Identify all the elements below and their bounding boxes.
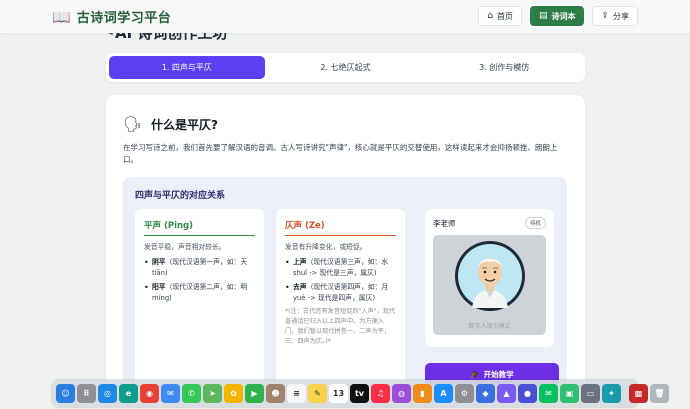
teacher-header: 李老师 待机: [433, 217, 546, 229]
avatar-caption: 数字人演示模式: [468, 323, 511, 330]
ping-text-1: （现代汉语第一声，如：天 tiān): [152, 258, 248, 277]
finder-icon[interactable]: ☺: [56, 384, 75, 403]
list-item: 去声（现代汉语第四声，如：月 yuè -> 现代是四声，属仄): [285, 282, 396, 304]
app-gray-icon[interactable]: ▭: [581, 384, 600, 403]
ze-desc: 发音有升降变化，或短促。: [285, 243, 367, 251]
share-icon: ⇪: [601, 11, 609, 21]
nav-share-label: 分享: [613, 11, 629, 21]
status-badge: 待机: [524, 217, 546, 229]
book-icon: ▤: [538, 11, 548, 21]
chrome-icon[interactable]: ◉: [140, 384, 159, 403]
ze-tone-card: 仄声 (Ze) 发音有升降变化，或短促。 上声（现代汉语第三声，如：水 shuǐ…: [276, 209, 405, 395]
messages-icon[interactable]: ✆: [182, 384, 201, 403]
intro-paragraph: 在学习写诗之前，我们首先要了解汉语的音调。古人写诗讲究"声律"，核心就是平仄的交…: [123, 143, 558, 164]
list-item: 阳平（现代汉语第二声，如：明 míng): [144, 282, 255, 304]
photos-icon[interactable]: ✿: [224, 384, 243, 403]
ze-term-1: 上声: [293, 258, 307, 266]
top-header: 📖 古诗词学习平台 ⌂ 首页 ▤ 诗词本 ⇪ 分享: [0, 0, 690, 33]
speaking-head-icon: 🗣: [123, 115, 143, 133]
edge-icon[interactable]: e: [119, 384, 138, 403]
settings-icon[interactable]: ⚙: [455, 384, 474, 403]
section-heading: 🗣 什么是平仄?: [123, 115, 218, 133]
trash-icon[interactable]: 🗑: [650, 384, 669, 403]
top-nav: ⌂ 首页 ▤ 诗词本 ⇪ 分享: [478, 6, 638, 26]
ze-note: *(注：古代还有发音短促的"入声"，现代普通话已归入以上四声中。为方便入门，我们…: [285, 308, 396, 345]
ze-text-2: （现代汉语第四声，如：月 yuè -> 现代是四声，属仄): [293, 283, 389, 302]
books-icon[interactable]: ▮: [413, 384, 432, 403]
graduation-cap-icon: 🎓: [470, 369, 480, 379]
app-green-icon[interactable]: ▣: [560, 384, 579, 403]
avatar: [455, 241, 525, 311]
ping-term-2: 阳平: [152, 283, 166, 291]
wechat-icon[interactable]: ✉: [539, 384, 558, 403]
nav-poetry-book-button[interactable]: ▤ 诗词本: [529, 6, 585, 26]
panel-title: 四声与平仄的对应关系: [135, 191, 226, 201]
section-title: 什么是平仄?: [151, 117, 219, 132]
notes-icon[interactable]: ✎: [308, 384, 327, 403]
app-teal-icon[interactable]: ✦: [602, 384, 621, 403]
tab-step-3[interactable]: 3. 创作与模仿: [426, 56, 582, 79]
teacher-name: 李老师: [433, 218, 456, 228]
home-icon: ⌂: [487, 11, 493, 21]
avatar-stage: 数字人演示模式: [433, 235, 546, 335]
brand-title: 古诗词学习平台: [76, 11, 172, 26]
ping-title: 平声 (Ping): [144, 219, 255, 236]
contacts-icon[interactable]: ☻: [266, 384, 285, 403]
mail-icon[interactable]: ✉: [161, 384, 180, 403]
podcasts-icon[interactable]: ◍: [392, 384, 411, 403]
ze-text-1: （现代汉语第三声，如：水 shuǐ -> 现代是三声，属仄): [293, 258, 389, 277]
safari-icon[interactable]: ◎: [98, 384, 117, 403]
ping-tone-card: 平声 (Ping) 发音平稳，声音相对较长。 阴平（现代汉语第一声，如：天 ti…: [135, 209, 264, 395]
ping-desc: 发音平稳，声音相对较长。: [144, 243, 226, 251]
tone-relation-panel: 四声与平仄的对应关系 平声 (Ping) 发音平稳，声音相对较长。 阴平（现代汉…: [123, 177, 567, 395]
tv-icon[interactable]: tv: [350, 384, 369, 403]
ze-term-2: 去声: [293, 283, 307, 291]
tab-step-1[interactable]: 1. 四声与平仄: [109, 56, 265, 79]
calendar-icon[interactable]: 13: [329, 384, 348, 403]
reminders-icon[interactable]: ≡: [287, 384, 306, 403]
maps-icon[interactable]: ➤: [203, 384, 222, 403]
step-tabs: 1. 四声与平仄 2. 七绝仄起式 3. 创作与模仿: [106, 53, 585, 82]
ping-term-1: 阴平: [152, 258, 166, 266]
music-icon[interactable]: ♫: [371, 384, 390, 403]
facetime-icon[interactable]: ▶: [245, 384, 264, 403]
ping-text-2: （现代汉语第二声，如：明 míng): [152, 283, 248, 302]
brand[interactable]: 📖 古诗词学习平台: [52, 7, 172, 27]
ze-title: 仄声 (Ze): [285, 219, 396, 236]
nav-home-label: 首页: [496, 11, 513, 21]
app-red-icon[interactable]: ▩: [629, 384, 648, 403]
ze-list: 上声（现代汉语第三声，如：水 shuǐ -> 现代是三声，属仄) 去声（现代汉语…: [285, 257, 396, 304]
nav-home-button[interactable]: ⌂ 首页: [478, 6, 522, 26]
app-blue-icon[interactable]: ◆: [476, 384, 495, 403]
start-teaching-label: 开始教学: [483, 369, 514, 379]
nav-poetry-book-label: 诗词本: [551, 11, 576, 21]
teacher-avatar-icon: [458, 244, 522, 308]
digital-teacher-card: 李老师 待机 数字人演示模式: [425, 209, 554, 347]
lesson-card: 🗣 什么是平仄? 在学习写诗之前，我们首先要了解汉语的音调。古人写诗讲究"声律"…: [106, 95, 585, 395]
tab-step-2[interactable]: 2. 七绝仄起式: [268, 56, 424, 79]
list-item: 阴平（现代汉语第一声，如：天 tiān): [144, 257, 255, 279]
ping-list: 阴平（现代汉语第一声，如：天 tiān) 阳平（现代汉语第二声，如：明 míng…: [144, 257, 255, 304]
book-logo-icon: 📖: [52, 7, 71, 26]
nav-share-button[interactable]: ⇪ 分享: [592, 6, 638, 26]
list-item: 上声（现代汉语第三声，如：水 shuǐ -> 现代是三声，属仄): [285, 257, 396, 279]
app-purple-icon[interactable]: ▲: [497, 384, 516, 403]
dock: ☺ ⠿ ◎ e ◉ ✉ ✆ ➤ ✿ ▶ ☻ ≡ ✎ 13 tv ♫ ◍ ▮ A ⚙ ◆ ▲ ● ✉ ▣ ▭ ✦ ▩ 🗑: [52, 380, 669, 407]
launchpad-icon[interactable]: ⠿: [77, 384, 96, 403]
appstore-icon[interactable]: A: [434, 384, 453, 403]
app-indigo-icon[interactable]: ●: [518, 384, 537, 403]
